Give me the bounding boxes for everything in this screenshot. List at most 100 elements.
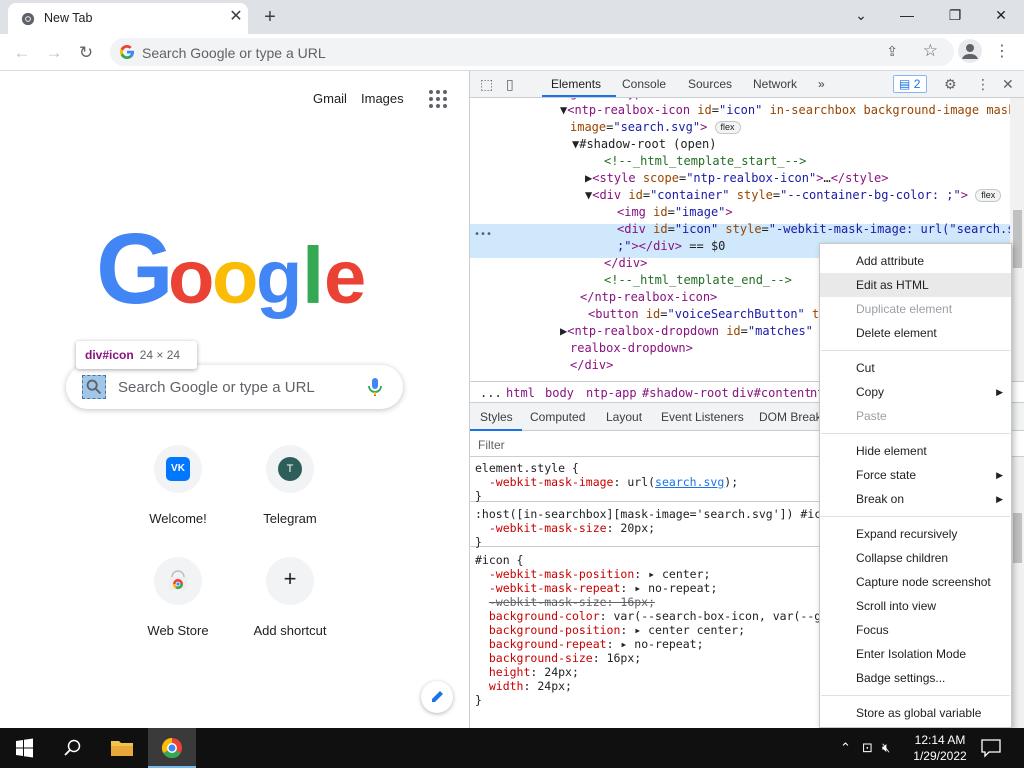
menu-item-break-on[interactable]: Break on ▶ — [820, 487, 1011, 511]
tab-new-tab[interactable]: New Tab ✕ — [8, 3, 248, 34]
dom-node-line[interactable]: <img id="image"> — [617, 204, 733, 221]
profile-avatar[interactable] — [958, 39, 982, 63]
styles-tab[interactable]: Computed — [530, 410, 585, 424]
menu-item-copy[interactable]: Copy ▶ — [820, 380, 1011, 404]
menu-item-scroll-into-view[interactable]: Scroll into view — [820, 594, 1011, 618]
taskbar-clock[interactable]: 12:14 AM 1/29/2022 — [902, 732, 978, 764]
dom-scrollbar[interactable] — [1010, 98, 1024, 381]
file-explorer-button[interactable] — [98, 728, 146, 768]
style-declaration[interactable]: -webkit-mask-size: 16px; — [475, 595, 655, 609]
breadcrumb-ellipsis[interactable]: ... — [480, 386, 502, 400]
menu-item-duplicate-element[interactable]: Duplicate element — [820, 297, 1011, 321]
dom-node-line[interactable]: ▼<ntp-realbox-icon id="icon" in-searchbo… — [560, 102, 1010, 119]
dom-node-line[interactable]: ▶<ntp-realbox-dropdown id="matches" ro — [560, 323, 835, 340]
styles-scrollbar[interactable] — [1010, 457, 1024, 728]
ellipsis-icon[interactable]: ••• — [474, 229, 492, 240]
menu-item-focus[interactable]: Focus — [820, 618, 1011, 642]
gmail-link[interactable]: Gmail — [313, 91, 347, 106]
share-icon[interactable]: ⇪ — [886, 43, 898, 60]
chevron-up-icon[interactable]: ⌃ — [840, 740, 851, 756]
device-toolbar-icon[interactable]: ▯ — [506, 76, 514, 93]
dom-node-line[interactable]: </div> — [570, 357, 613, 374]
microphone-icon[interactable] — [365, 376, 385, 398]
chevron-down-icon[interactable]: ⌄ — [838, 0, 884, 30]
dom-node-line[interactable]: <!--_html_template_start_--> — [604, 153, 806, 170]
omnibox[interactable]: Search Google or type a URL ⇪ ☆ — [110, 38, 954, 66]
breadcrumb-item[interactable]: div#content — [732, 386, 811, 400]
dom-node-line[interactable]: <div id="icon" style="-webkit-mask-image… — [617, 221, 1010, 238]
back-button[interactable]: ← — [8, 39, 36, 67]
styles-tab[interactable]: DOM Break — [759, 410, 822, 424]
tab-network[interactable]: Network — [753, 77, 797, 91]
style-declaration[interactable]: -webkit-mask-position: ▸ center; — [475, 567, 711, 581]
menu-item-cut[interactable]: Cut — [820, 356, 1011, 380]
dom-node-line[interactable]: realbox-dropdown> — [570, 340, 693, 357]
styles-tab[interactable]: Layout — [606, 410, 642, 424]
restore-button[interactable]: ❐ — [932, 0, 978, 30]
reload-button[interactable]: ↻ — [72, 39, 100, 67]
volume-muted-icon[interactable]: 🔇︎ — [882, 740, 890, 756]
menu-item-paste[interactable]: Paste — [820, 404, 1011, 428]
gear-icon[interactable]: ⚙ — [944, 76, 957, 93]
chrome-taskbar-button[interactable] — [148, 728, 196, 768]
new-tab-button[interactable]: + — [258, 5, 282, 29]
menu-item-capture-node-screenshot[interactable]: Capture node screenshot — [820, 570, 1011, 594]
dom-node-line[interactable]: ▶<style scope="ntp-realbox-icon">…</styl… — [585, 170, 889, 187]
style-declaration[interactable]: :host([in-searchbox][mask-image='search.… — [475, 507, 835, 521]
tab-elements[interactable]: Elements — [551, 77, 601, 91]
menu-item-hide-element[interactable]: Hide element — [820, 439, 1011, 463]
style-declaration[interactable]: background-position: ▸ center center; — [475, 623, 745, 637]
minimize-button[interactable]: — — [884, 0, 930, 30]
notification-icon[interactable] — [980, 738, 1002, 758]
more-tabs-icon[interactable]: » — [818, 77, 825, 91]
dom-node-line[interactable]: <button id="voiceSearchButton" title — [588, 306, 848, 323]
shortcut-welcome[interactable]: VK Welcome! — [122, 445, 234, 557]
ntp-search-box[interactable]: Search Google or type a URL — [66, 365, 403, 409]
menu-item-force-state[interactable]: Force state ▶ — [820, 463, 1011, 487]
menu-item-expand-recursively[interactable]: Expand recursively — [820, 522, 1011, 546]
style-declaration[interactable]: background-repeat: ▸ no-repeat; — [475, 637, 704, 651]
menu-item-delete-element[interactable]: Delete element — [820, 321, 1011, 345]
dom-node-line[interactable]: </ntp-realbox-icon> — [580, 289, 717, 306]
inspect-element-icon[interactable]: ⬚ — [480, 76, 493, 93]
images-link[interactable]: Images — [361, 91, 404, 106]
network-icon[interactable]: ⊡ — [862, 740, 873, 756]
breadcrumb-item[interactable]: ntp-app — [586, 386, 637, 400]
close-window-button[interactable]: ✕ — [978, 0, 1024, 30]
issues-badge[interactable]: ▤ 2 — [893, 75, 927, 93]
styles-tab[interactable]: Event Listeners — [661, 410, 744, 424]
style-declaration[interactable]: width: 24px; — [475, 679, 572, 693]
style-declaration[interactable]: #icon { — [475, 553, 523, 567]
style-declaration[interactable]: height: 24px; — [475, 665, 579, 679]
menu-item-enter-isolation-mode[interactable]: Enter Isolation Mode — [820, 642, 1011, 666]
dom-node-line[interactable]: ;"></div> == $0 — [617, 238, 725, 255]
dom-node-line[interactable]: </div> — [604, 255, 647, 272]
menu-item-collapse-children[interactable]: Collapse children — [820, 546, 1011, 570]
style-declaration[interactable]: } — [475, 535, 482, 549]
customize-pencil-button[interactable] — [421, 681, 453, 713]
tab-sources[interactable]: Sources — [688, 77, 732, 91]
style-declaration[interactable]: -webkit-mask-size: 20px; — [475, 521, 655, 535]
forward-button[interactable]: → — [40, 39, 68, 67]
chrome-menu-icon[interactable]: ⋮ — [992, 39, 1012, 65]
style-declaration[interactable]: background-color: var(--search-box-icon,… — [475, 609, 835, 623]
breadcrumb-item[interactable]: html — [506, 386, 535, 400]
style-declaration[interactable]: } — [475, 489, 482, 503]
style-declaration[interactable]: -webkit-mask-image: url(search.svg); — [475, 475, 738, 489]
style-declaration[interactable]: } — [475, 693, 482, 707]
tab-close-icon[interactable]: ✕ — [226, 7, 246, 27]
menu-item-badge-settings[interactable]: Badge settings... — [820, 666, 1011, 690]
menu-item-add-attribute[interactable]: Add attribute — [820, 249, 1011, 273]
menu-item-edit-as-html[interactable]: Edit as HTML — [820, 273, 1011, 297]
shortcut-web-store[interactable]: Web Store — [122, 557, 234, 669]
style-declaration[interactable]: element.style { — [475, 461, 579, 475]
kebab-menu-icon[interactable]: ⋮ — [976, 76, 990, 93]
style-declaration[interactable]: -webkit-mask-repeat: ▸ no-repeat; — [475, 581, 718, 595]
style-declaration[interactable]: background-size: 16px; — [475, 651, 641, 665]
breadcrumb-item[interactable]: body — [545, 386, 574, 400]
close-devtools-icon[interactable]: ✕ — [1002, 76, 1014, 93]
tab-console[interactable]: Console — [622, 77, 666, 91]
shortcut-telegram[interactable]: T Telegram — [234, 445, 346, 557]
breadcrumb-item[interactable]: #shadow-root — [642, 386, 729, 400]
dom-node-line[interactable]: <!--_html_template_end_--> — [604, 272, 792, 289]
